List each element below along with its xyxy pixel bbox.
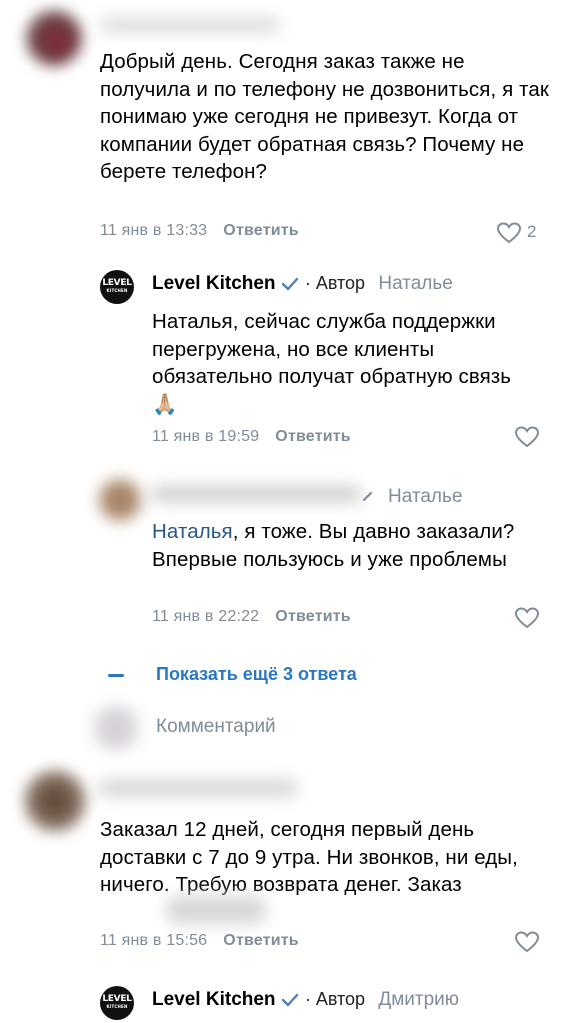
reply-to-name[interactable]: Дмитрию bbox=[378, 989, 459, 1010]
comment-text: Добрый день. Сегодня заказ также не полу… bbox=[100, 50, 549, 183]
level-kitchen-logo[interactable]: LEVEL KITCHEN bbox=[100, 986, 134, 1020]
reply-to-name[interactable]: Натальe bbox=[388, 486, 462, 507]
pencil-icon bbox=[362, 491, 373, 502]
heart-outline-icon[interactable] bbox=[515, 426, 539, 448]
author-name-hidden[interactable] bbox=[100, 18, 280, 32]
level-kitchen-logo[interactable]: LEVEL KITCHEN bbox=[100, 270, 134, 304]
verified-check-icon bbox=[281, 993, 298, 1007]
avatar[interactable] bbox=[24, 770, 86, 832]
comment-input[interactable]: Комментарий bbox=[156, 716, 276, 738]
heart-outline-icon[interactable] bbox=[515, 607, 539, 629]
author-badge: · Автор bbox=[304, 273, 366, 293]
reply-header: Level Kitchen · Автор Дмитрию bbox=[152, 989, 459, 1011]
reply-to-name[interactable]: Натальe bbox=[378, 273, 452, 294]
reply-button[interactable]: Ответить bbox=[275, 428, 351, 445]
show-more-replies-button[interactable]: Показать ещё 3 ответа bbox=[156, 664, 357, 685]
comment-text: Наталья, я тоже. Вы давно заказали? Впер… bbox=[152, 518, 542, 573]
logo-line2: KITCHEN bbox=[106, 1004, 128, 1009]
comment-time: 11 янв в 22:22 bbox=[152, 608, 260, 625]
logo-line1: LEVEL bbox=[102, 994, 132, 1004]
verified-check-icon bbox=[281, 277, 298, 291]
reply-button[interactable]: Ответить bbox=[223, 222, 299, 239]
reply-header: Натальe bbox=[380, 486, 462, 508]
logo-line1: LEVEL bbox=[102, 278, 132, 288]
heart-outline-icon[interactable] bbox=[515, 931, 539, 953]
like-count: 2 bbox=[527, 222, 537, 241]
author-badge: · Автор bbox=[304, 989, 366, 1009]
order-number-hidden bbox=[166, 896, 266, 924]
user-avatar bbox=[92, 704, 140, 752]
heart-outline-icon[interactable] bbox=[497, 222, 521, 244]
author-name-hidden[interactable] bbox=[98, 780, 298, 796]
comment-meta: 11 янв в 19:59 Ответить bbox=[152, 428, 351, 446]
author-name-hidden[interactable] bbox=[150, 486, 362, 502]
avatar[interactable] bbox=[26, 10, 82, 66]
comment-meta: 11 янв в 13:33 Ответить bbox=[100, 222, 299, 240]
comment-time: 11 янв в 13:33 bbox=[100, 222, 208, 239]
logo-line2: KITCHEN bbox=[106, 288, 128, 293]
comment-text: Наталья, сейчас служба поддержки перегру… bbox=[152, 310, 512, 416]
author-name[interactable]: Level Kitchen bbox=[152, 273, 276, 294]
avatar[interactable] bbox=[98, 478, 142, 522]
author-name[interactable]: Level Kitchen bbox=[152, 989, 276, 1010]
reply-button[interactable]: Ответить bbox=[223, 932, 299, 949]
reply-header: Level Kitchen · Автор Натальe bbox=[152, 273, 453, 295]
comment-time: 11 янв в 15:56 bbox=[100, 932, 208, 949]
mention-link[interactable]: Наталья bbox=[152, 520, 233, 543]
comment-time: 11 янв в 19:59 bbox=[152, 428, 260, 445]
reply-button[interactable]: Ответить bbox=[275, 608, 351, 625]
comment-meta: 11 янв в 22:22 Ответить bbox=[152, 608, 351, 626]
comment-meta: 11 янв в 15:56 Ответить bbox=[100, 932, 299, 950]
show-more-dash bbox=[108, 674, 124, 677]
comment-text: Заказал 12 дней, сегодня первый день дос… bbox=[100, 818, 518, 896]
